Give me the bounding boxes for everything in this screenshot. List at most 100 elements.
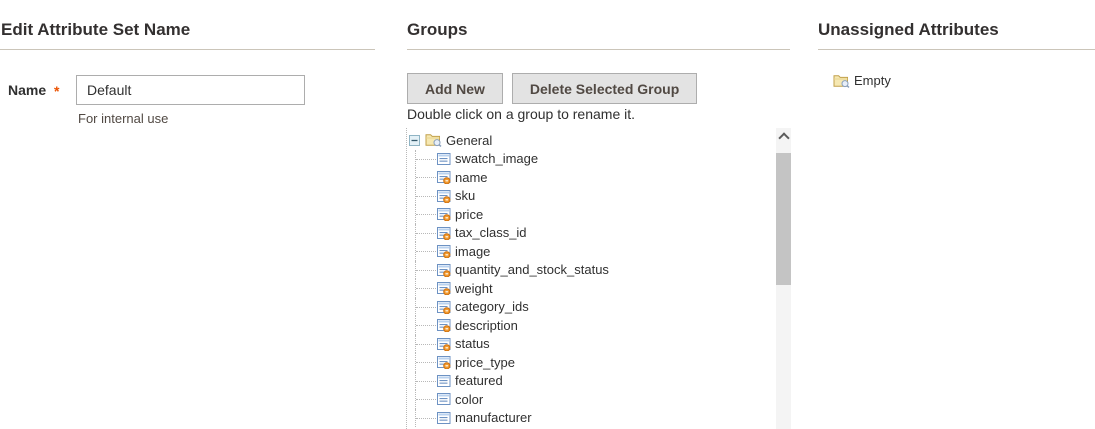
- system-attribute-badge: [444, 344, 450, 350]
- attribute-label: status: [455, 336, 490, 351]
- attribute-icon: [437, 207, 451, 221]
- attribute-tree-item[interactable]: weight: [407, 279, 791, 298]
- divider-edit-panel: [0, 49, 375, 50]
- attribute-tree-item[interactable]: price: [407, 205, 791, 224]
- groups-toolbar: Add New Delete Selected Group: [407, 73, 697, 104]
- tree-connector: [415, 242, 437, 261]
- attribute-tree-item[interactable]: tax_class_id: [407, 224, 791, 243]
- name-input[interactable]: [76, 75, 305, 105]
- attribute-tree-item[interactable]: color: [407, 390, 791, 409]
- attribute-label: color: [455, 392, 483, 407]
- system-attribute-badge: [444, 289, 450, 295]
- attribute-label: quantity_and_stock_status: [455, 262, 609, 277]
- tree-connector: [415, 372, 437, 391]
- name-field-label: Name: [8, 82, 46, 98]
- attribute-label: featured: [455, 373, 503, 388]
- attribute-icon: [437, 411, 451, 425]
- attribute-label: price: [455, 207, 483, 222]
- attribute-tree-item[interactable]: name: [407, 168, 791, 187]
- collapse-toggle-icon[interactable]: [409, 135, 420, 146]
- tree-connector: [415, 279, 437, 298]
- tree-root-general[interactable]: General: [407, 131, 791, 150]
- attribute-icon: [437, 281, 451, 295]
- tree-connector: [415, 298, 437, 317]
- attribute-icon: [437, 170, 451, 184]
- attribute-tree-item[interactable]: image: [407, 242, 791, 261]
- divider-unassigned-panel: [818, 49, 1095, 50]
- group-folder-icon: [425, 133, 442, 147]
- group-name-label: General: [446, 133, 492, 148]
- attribute-icon: [437, 374, 451, 388]
- attribute-label: weight: [455, 281, 493, 296]
- scrollbar-thumb[interactable]: [776, 153, 791, 285]
- attribute-tree-item[interactable]: status: [407, 335, 791, 354]
- attribute-icon: [437, 152, 451, 166]
- attribute-label: swatch_image: [455, 151, 538, 166]
- attribute-tree-item[interactable]: category_ids: [407, 298, 791, 317]
- system-attribute-badge: [444, 252, 450, 258]
- system-attribute-badge: [444, 307, 450, 313]
- empty-folder-icon: [833, 74, 850, 88]
- attribute-label: name: [455, 170, 488, 185]
- attribute-tree-item[interactable]: manufacturer: [407, 409, 791, 428]
- system-attribute-badge: [444, 178, 450, 184]
- attribute-tree-item[interactable]: sku: [407, 187, 791, 206]
- tree-connector: [415, 187, 437, 206]
- tree-connector: [415, 205, 437, 224]
- system-attribute-badge: [444, 363, 450, 369]
- attribute-label: manufacturer: [455, 410, 532, 425]
- tree-connector: [415, 316, 437, 335]
- system-attribute-badge: [444, 196, 450, 202]
- attribute-icon: [437, 263, 451, 277]
- add-new-group-button[interactable]: Add New: [407, 73, 503, 104]
- system-attribute-badge: [444, 233, 450, 239]
- system-attribute-badge: [444, 270, 450, 276]
- attribute-label: image: [455, 244, 490, 259]
- attribute-tree-item[interactable]: featured: [407, 372, 791, 391]
- tree-connector: [415, 168, 437, 187]
- attribute-tree-item[interactable]: swatch_image: [407, 150, 791, 169]
- attribute-set-edit-page: Edit Attribute Set Name Name * For inter…: [0, 0, 1095, 429]
- attribute-icon: [437, 189, 451, 203]
- tree-connector: [415, 409, 437, 428]
- required-asterisk: *: [54, 83, 59, 99]
- attribute-label: price_type: [455, 355, 515, 370]
- tree-rows: General swatch_image: [407, 128, 791, 427]
- chevron-up-icon: [778, 132, 789, 143]
- delete-selected-group-button[interactable]: Delete Selected Group: [512, 73, 697, 104]
- attribute-label: sku: [455, 188, 475, 203]
- panel-title-groups: Groups: [407, 20, 467, 40]
- attribute-label: category_ids: [455, 299, 529, 314]
- attribute-tree-item[interactable]: description: [407, 316, 791, 335]
- panel-title-edit-attribute-set: Edit Attribute Set Name: [1, 20, 190, 40]
- attribute-icon: [437, 318, 451, 332]
- attribute-icon: [437, 226, 451, 240]
- scrollbar-up-button[interactable]: [776, 128, 791, 145]
- attribute-tree-children: swatch_image name sku: [407, 150, 791, 428]
- name-field-note: For internal use: [78, 111, 168, 126]
- groups-hint: Double click on a group to rename it.: [407, 106, 635, 122]
- tree-connector: [415, 335, 437, 354]
- empty-label: Empty: [854, 73, 891, 88]
- system-attribute-badge: [444, 215, 450, 221]
- divider-groups-panel: [407, 49, 790, 50]
- attribute-label: description: [455, 318, 518, 333]
- attribute-tree-item[interactable]: price_type: [407, 353, 791, 372]
- unassigned-empty-node: Empty: [833, 73, 891, 88]
- tree-connector: [415, 390, 437, 409]
- tree-connector: [415, 224, 437, 243]
- tree-scrollbar[interactable]: [776, 128, 791, 429]
- attribute-icon: [437, 392, 451, 406]
- attribute-label: tax_class_id: [455, 225, 527, 240]
- attribute-icon: [437, 337, 451, 351]
- attribute-icon: [437, 244, 451, 258]
- tree-connector: [415, 353, 437, 372]
- system-attribute-badge: [444, 326, 450, 332]
- tree-connector: [415, 150, 437, 169]
- attribute-tree-item[interactable]: quantity_and_stock_status: [407, 261, 791, 280]
- attribute-icon: [437, 300, 451, 314]
- attribute-icon: [437, 355, 451, 369]
- groups-tree: General swatch_image: [406, 128, 791, 429]
- tree-connector: [415, 261, 437, 280]
- panel-title-unassigned: Unassigned Attributes: [818, 20, 999, 40]
